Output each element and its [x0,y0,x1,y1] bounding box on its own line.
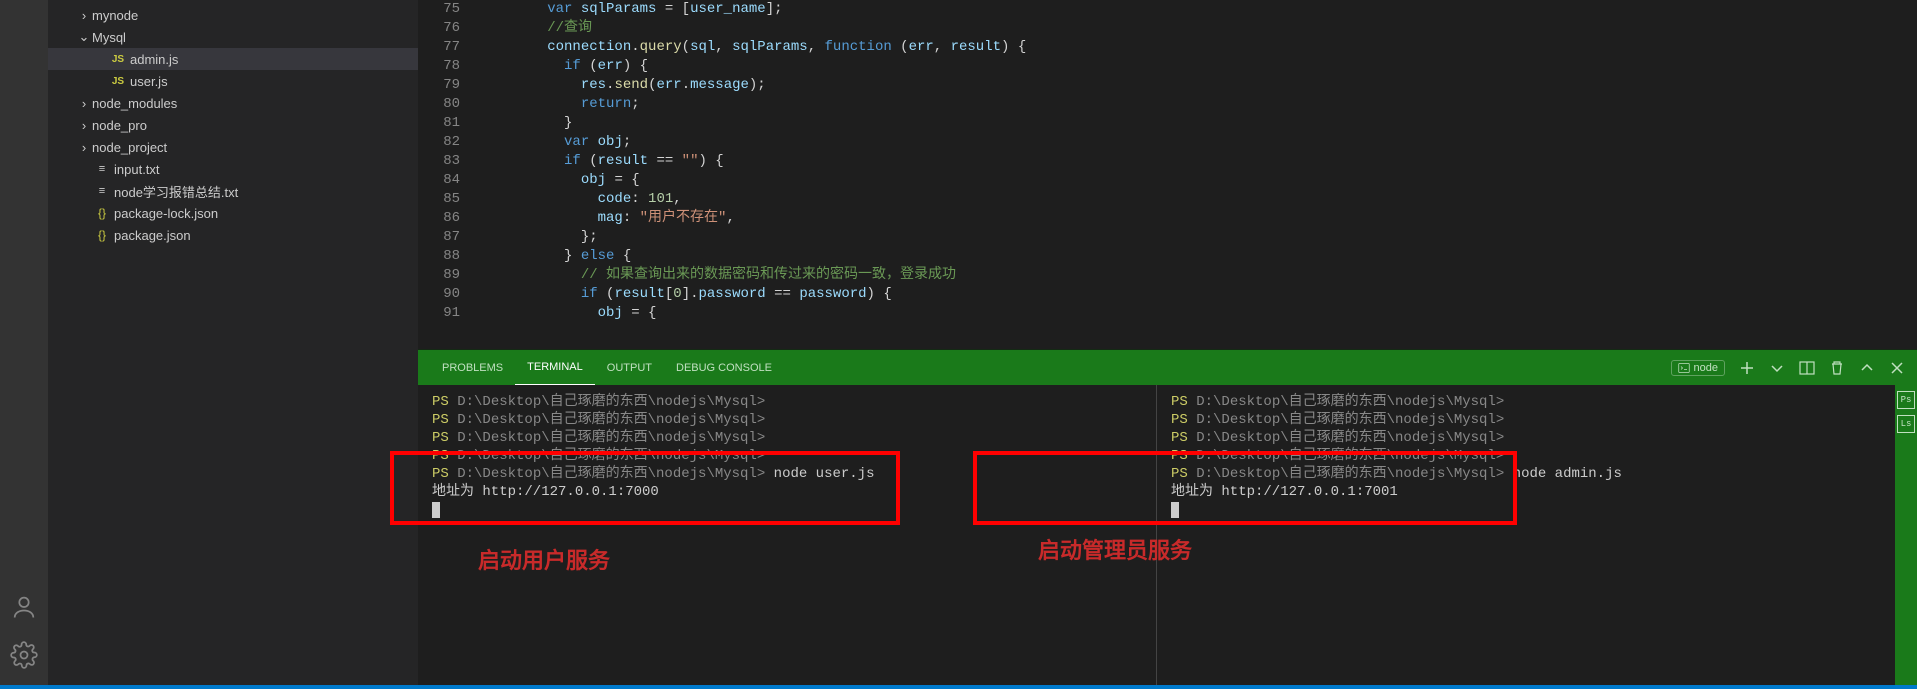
tree-item-label: admin.js [130,52,178,67]
activity-bar [0,0,48,689]
code-line[interactable]: var obj; [480,133,1917,152]
line-number: 75 [418,0,460,19]
line-number: 85 [418,190,460,209]
terminal-selector[interactable]: node [1671,360,1725,376]
code-content[interactable]: var sqlParams = [user_name]; //查询 connec… [480,0,1917,349]
line-number: 89 [418,266,460,285]
json-file-icon: {} [92,206,112,220]
code-line[interactable]: } [480,114,1917,133]
code-editor[interactable]: 7576777879808182838485868788899091 var s… [418,0,1917,349]
terminal-left[interactable]: PS D:\Desktop\自己琢磨的东西\nodejs\Mysql>PS D:… [418,385,1156,689]
chevron-icon: › [76,140,92,155]
tree-item-package-lock-json[interactable]: {}package-lock.json [48,202,418,224]
tree-item-label: package.json [114,228,191,243]
code-line[interactable]: } else { [480,247,1917,266]
tree-item-package-json[interactable]: {}package.json [48,224,418,246]
line-number: 86 [418,209,460,228]
terminals-container: PS D:\Desktop\自己琢磨的东西\nodejs\Mysql>PS D:… [418,385,1895,689]
tree-item-label: package-lock.json [114,206,218,221]
tree-item-node_project[interactable]: ›node_project [48,136,418,158]
code-line[interactable]: res.send(err.message); [480,76,1917,95]
terminal-right[interactable]: PS D:\Desktop\自己琢磨的东西\nodejs\Mysql>PS D:… [1156,385,1895,689]
code-line[interactable]: obj = { [480,171,1917,190]
side-tab-ls[interactable]: Ls [1897,415,1915,433]
line-number: 80 [418,95,460,114]
code-line[interactable]: if (result[0].password == password) { [480,285,1917,304]
js-file-icon: JS [108,54,128,65]
tab-debug-console[interactable]: DEBUG CONSOLE [664,350,784,385]
code-line[interactable]: if (err) { [480,57,1917,76]
code-line[interactable]: obj = { [480,304,1917,323]
text-file-icon: ≡ [92,185,112,197]
tree-item-node_pro[interactable]: ›node_pro [48,114,418,136]
tree-item-node-------txt[interactable]: ≡node学习报错总结.txt [48,180,418,202]
tree-item-label: node学习报错总结.txt [114,182,238,201]
line-number: 88 [418,247,460,266]
account-icon[interactable] [10,593,38,621]
side-tab-ps[interactable]: Ps [1897,391,1915,409]
chevron-icon: › [76,118,92,133]
line-number: 81 [418,114,460,133]
tree-item-label: mynode [92,8,138,23]
code-line[interactable]: code: 101, [480,190,1917,209]
line-number: 78 [418,57,460,76]
tab-problems[interactable]: PROBLEMS [430,350,515,385]
code-line[interactable]: //查询 [480,19,1917,38]
explorer-sidebar: ›mynode⌄MysqlJSadmin.jsJSuser.js›node_mo… [48,0,418,689]
settings-gear-icon[interactable] [10,641,38,669]
code-line[interactable]: mag: "用户不存在", [480,209,1917,228]
tree-item-user-js[interactable]: JSuser.js [48,70,418,92]
new-terminal-icon[interactable] [1739,360,1755,376]
line-number: 87 [418,228,460,247]
bottom-panel: PROBLEMS TERMINAL OUTPUT DEBUG CONSOLE n… [418,349,1917,689]
tree-item-label: user.js [130,74,168,89]
terminal-selector-label: node [1694,362,1718,374]
tree-item-admin-js[interactable]: JSadmin.js [48,48,418,70]
chevron-icon: › [76,8,92,23]
code-line[interactable]: // 如果查询出来的数据密码和传过来的密码一致，登录成功 [480,266,1917,285]
status-bar [0,685,1917,689]
line-number: 83 [418,152,460,171]
line-number: 79 [418,76,460,95]
tree-item-input-txt[interactable]: ≡input.txt [48,158,418,180]
tree-item-label: node_pro [92,118,147,133]
tab-output[interactable]: OUTPUT [595,350,664,385]
close-panel-icon[interactable] [1889,360,1905,376]
line-number: 77 [418,38,460,57]
kill-terminal-icon[interactable] [1829,360,1845,376]
line-gutter: 7576777879808182838485868788899091 [418,0,480,349]
line-number: 90 [418,285,460,304]
tree-item-Mysql[interactable]: ⌄Mysql [48,26,418,48]
panel-side-tabs: Ps Ls [1895,385,1917,689]
json-file-icon: {} [92,228,112,242]
tree-item-label: node_project [92,140,167,155]
tree-item-mynode[interactable]: ›mynode [48,4,418,26]
panel-actions: node [1671,360,1905,376]
code-line[interactable]: var sqlParams = [user_name]; [480,0,1917,19]
maximize-panel-icon[interactable] [1859,360,1875,376]
code-line[interactable]: connection.query(sql, sqlParams, functio… [480,38,1917,57]
code-line[interactable]: return; [480,95,1917,114]
panel-tabs: PROBLEMS TERMINAL OUTPUT DEBUG CONSOLE n… [418,350,1917,385]
js-file-icon: JS [108,76,128,87]
tree-item-label: input.txt [114,162,160,177]
code-line[interactable]: if (result == "") { [480,152,1917,171]
code-line[interactable]: }; [480,228,1917,247]
line-number: 76 [418,19,460,38]
tree-item-label: Mysql [92,30,126,45]
terminal-icon [1678,362,1690,374]
main-area: 7576777879808182838485868788899091 var s… [418,0,1917,689]
line-number: 82 [418,133,460,152]
chevron-down-icon[interactable] [1769,360,1785,376]
line-number: 91 [418,304,460,323]
chevron-icon: ⌄ [76,29,92,45]
split-terminal-icon[interactable] [1799,360,1815,376]
tree-item-node_modules[interactable]: ›node_modules [48,92,418,114]
line-number: 84 [418,171,460,190]
tree-item-label: node_modules [92,96,177,111]
tab-terminal[interactable]: TERMINAL [515,350,595,385]
text-file-icon: ≡ [92,163,112,175]
chevron-icon: › [76,96,92,111]
